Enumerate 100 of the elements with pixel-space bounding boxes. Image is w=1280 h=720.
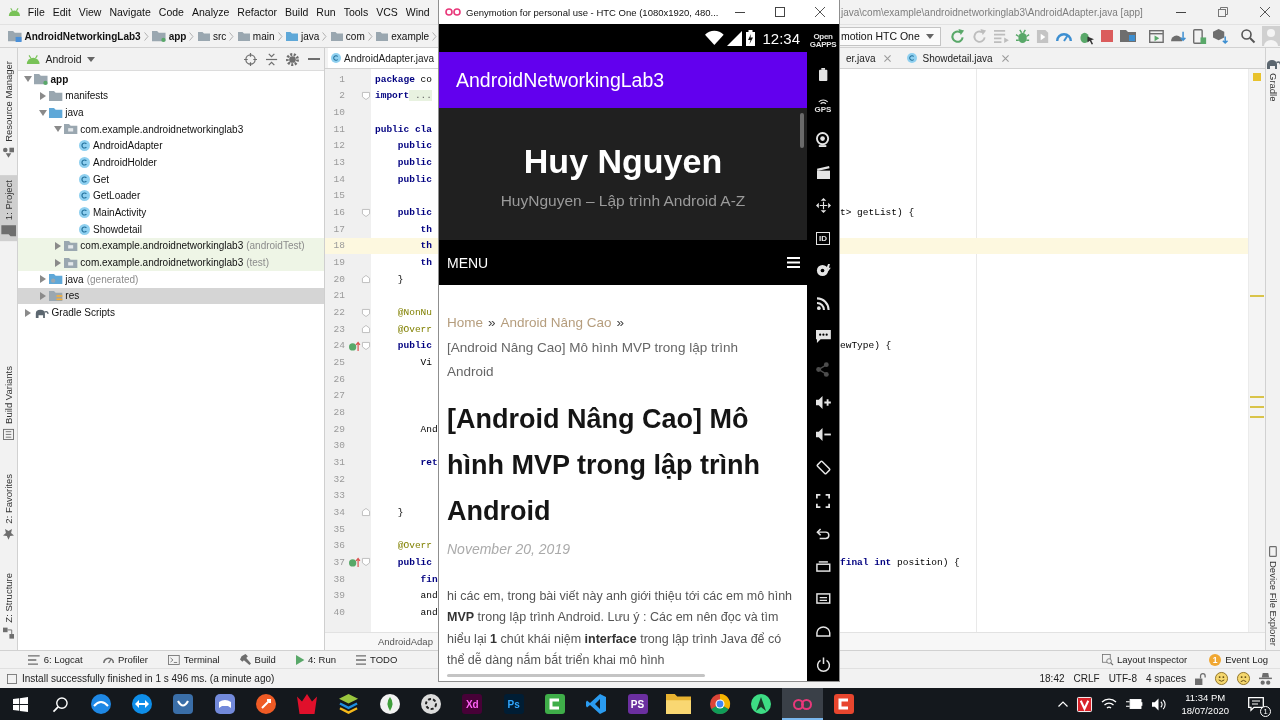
tree-item[interactable]: GetLoader xyxy=(18,187,324,205)
scrollbar-thumb[interactable] xyxy=(447,674,705,677)
menu-item[interactable]: Tools xyxy=(339,6,373,18)
tree-item[interactable]: app xyxy=(18,71,324,88)
tool-tab[interactable]: TODO xyxy=(356,654,398,665)
menu-item[interactable]: File xyxy=(23,6,49,18)
tree-item[interactable]: MainActivity xyxy=(18,204,324,221)
menu-item[interactable]: Refactor xyxy=(233,6,281,18)
breadcrumb-item[interactable]: AndroidAdap xyxy=(378,636,433,647)
status-field[interactable]: 18:42 xyxy=(1039,673,1065,684)
tree-item[interactable]: Get xyxy=(18,170,324,188)
tree-item[interactable]: java xyxy=(18,104,324,121)
tool-window-tab[interactable]: 2: Favorites xyxy=(0,468,17,545)
speaker-icon[interactable] xyxy=(1151,697,1167,711)
breadcrumb-item[interactable]: java xyxy=(286,30,320,42)
tree-item[interactable]: com.example.androidnetworkinglab3 (androidTest) xyxy=(18,237,324,255)
menu-item[interactable]: Analyze xyxy=(187,6,234,18)
gutter-arrow-icon[interactable] xyxy=(348,340,360,351)
windows-logo-icon[interactable] xyxy=(12,696,28,712)
phone-icon[interactable] xyxy=(1192,28,1206,44)
breadcrumb-item[interactable]: AndroidNetworkingLab3 xyxy=(8,30,141,42)
volume-down-icon[interactable] xyxy=(815,428,831,442)
tool-window-tab[interactable]: Resource Manager xyxy=(0,56,17,163)
back-icon[interactable] xyxy=(815,527,831,539)
menu-item[interactable]: Run xyxy=(312,6,340,18)
tool-tab[interactable]: Terminal xyxy=(168,654,220,665)
collapse-icon[interactable] xyxy=(265,52,277,66)
notification-icon[interactable] xyxy=(1248,697,1264,711)
status-field[interactable]: 4 spaces xyxy=(1146,673,1186,684)
minimize-icon[interactable] xyxy=(735,11,745,13)
home-icon[interactable] xyxy=(815,626,831,638)
battery-plug-icon[interactable] xyxy=(1126,699,1143,709)
tree-item[interactable]: com.example.androidnetworkinglab3 xyxy=(18,120,324,138)
rss-icon[interactable] xyxy=(816,297,830,311)
tool-tab[interactable]: 6: Logcat xyxy=(28,654,83,665)
crosshair-icon[interactable] xyxy=(243,52,257,66)
gapps-button[interactable]: Open GAPPS xyxy=(807,32,839,50)
collapsed-arrow-icon[interactable] xyxy=(55,241,61,250)
search-icon[interactable] xyxy=(52,696,68,712)
menu-item[interactable]: Build xyxy=(281,6,313,18)
tree-item[interactable]: AndroidAdapter xyxy=(18,137,324,155)
disc-icon[interactable] xyxy=(815,264,831,278)
tool-window-tab[interactable]: Device File Explorer xyxy=(1266,546,1280,646)
expanded-arrow-icon[interactable] xyxy=(54,126,62,133)
gauge-icon[interactable] xyxy=(1055,31,1072,41)
editor-tab[interactable]: er.java xyxy=(840,48,902,68)
gps-button[interactable]: GPS xyxy=(814,99,832,115)
collapsed-arrow-icon[interactable] xyxy=(40,275,46,284)
minimize-icon[interactable] xyxy=(1176,11,1186,13)
tool-window-tab[interactable]: Z: Structure xyxy=(0,568,17,644)
v-tile-icon[interactable] xyxy=(1077,696,1093,712)
tool-tab[interactable]: Build xyxy=(239,654,276,665)
clock-date[interactable]: 18/07/2020 xyxy=(1181,704,1229,717)
move-arrows-icon[interactable] xyxy=(815,197,831,213)
rotate-icon[interactable] xyxy=(815,460,831,476)
tool-window-tab[interactable]: Build Variants xyxy=(0,360,17,445)
breadcrumb-item[interactable]: com xyxy=(330,30,365,42)
android-download-icon[interactable] xyxy=(1170,29,1186,43)
tree-item[interactable]: Gradle Scripts xyxy=(18,304,324,321)
taskbar-button[interactable]: Ps xyxy=(492,688,535,720)
status-field[interactable]: UTF-8 xyxy=(1108,673,1137,684)
battery-icon[interactable] xyxy=(818,67,828,81)
collapsed-arrow-icon[interactable] xyxy=(40,92,46,100)
expanded-arrow-icon[interactable] xyxy=(39,109,47,116)
tool-window-tab[interactable]: 1: Project xyxy=(0,174,17,241)
taskbar-button[interactable]: Xd xyxy=(451,688,493,720)
tool-tab[interactable]: 4: Run xyxy=(295,654,337,665)
breadcrumb-item[interactable]: example xyxy=(376,30,430,42)
chevron-up-icon[interactable] xyxy=(1058,701,1069,707)
breadcrumb-item[interactable]: src xyxy=(197,30,227,42)
hat-glasses-icon[interactable] xyxy=(1259,672,1272,685)
tree-item[interactable]: res xyxy=(18,287,324,305)
site-title[interactable]: Huy Nguyen xyxy=(439,141,807,181)
menu-item[interactable]: Navigate xyxy=(105,6,155,18)
collapsed-arrow-icon[interactable] xyxy=(40,291,46,300)
editor-tab[interactable]: AndroidAdapter.java xyxy=(328,48,439,68)
square-icon[interactable] xyxy=(7,673,17,684)
status-field[interactable]: CRLF xyxy=(1073,673,1100,684)
tree-item[interactable]: java (generated) xyxy=(18,270,324,288)
editor-tab[interactable]: Showdetail.java xyxy=(901,48,1019,68)
tool-tab[interactable]: Profiler xyxy=(102,654,149,665)
tree-item[interactable]: com.example.androidnetworkinglab3 (test) xyxy=(18,254,324,271)
webcam-icon[interactable] xyxy=(816,132,830,148)
search-icon[interactable] xyxy=(1240,29,1255,43)
frown-icon[interactable] xyxy=(1237,672,1251,685)
tool-window-tab[interactable]: Gradle xyxy=(1266,58,1280,102)
taskbar-button[interactable]: PS xyxy=(616,688,659,720)
settings-icon[interactable] xyxy=(286,52,299,66)
collapsed-arrow-icon[interactable] xyxy=(55,258,61,267)
padlock-icon[interactable] xyxy=(1195,672,1207,685)
tree-item[interactable]: manifests xyxy=(18,87,324,105)
folder-grid-icon[interactable] xyxy=(1119,30,1136,42)
menu-item[interactable]: View xyxy=(74,6,106,18)
circular-arrow-icon[interactable] xyxy=(949,28,965,44)
window-play-icon[interactable] xyxy=(1148,29,1164,43)
restore-icon[interactable] xyxy=(1218,7,1228,17)
clapperboard-icon[interactable] xyxy=(816,166,830,180)
volume-up-icon[interactable] xyxy=(815,395,831,409)
menu-item[interactable]: Edit xyxy=(48,6,75,18)
clock-time[interactable]: 11:34 PM xyxy=(1185,691,1226,704)
